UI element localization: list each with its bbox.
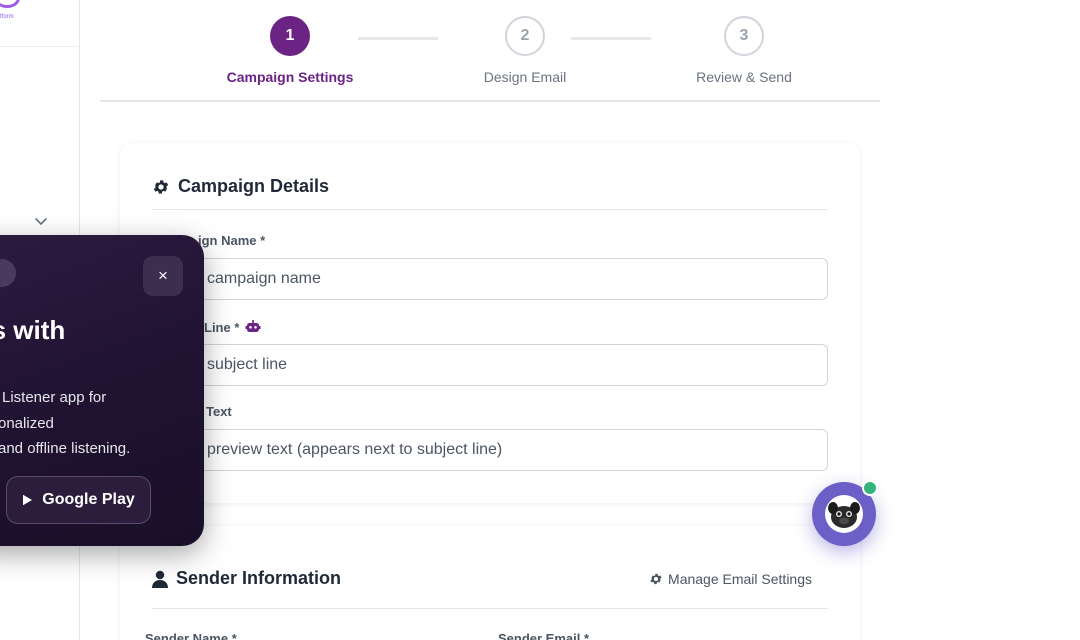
- step-label: Campaign Settings: [226, 69, 354, 85]
- sender-info-header: Sender Information: [152, 568, 341, 589]
- card-title: Sender Information: [176, 568, 342, 588]
- robot-icon[interactable]: [245, 319, 261, 335]
- campaign-details-header: Campaign Details: [152, 176, 329, 197]
- popup-description: Listener app for onalized and offline li…: [0, 385, 182, 462]
- manage-link-label: Manage Email Settings: [668, 571, 812, 587]
- logo-mark-icon: [0, 0, 20, 8]
- campaign-details-card: Campaign Details ign Name * Line * Text: [120, 143, 860, 503]
- google-play-button[interactable]: Google Play: [6, 476, 151, 524]
- pug-avatar-icon: [825, 495, 863, 533]
- campaign-name-input[interactable]: [152, 258, 828, 300]
- main-content: 1 Campaign Settings 2 Design Email 3 Rev…: [80, 0, 1080, 640]
- step-design-email[interactable]: 2 Design Email: [425, 16, 625, 85]
- popup-headline: asts with: [0, 315, 66, 345]
- step-label: Review & Send: [696, 69, 792, 85]
- step-campaign-settings[interactable]: 1 Campaign Settings: [190, 16, 390, 85]
- preview-text-label: Text: [206, 404, 232, 419]
- popup-desc-line: and offline listening.: [0, 440, 131, 457]
- step-number: 3: [724, 16, 764, 56]
- app-promo-popup: × asts with Listener app for onalized an…: [0, 235, 204, 546]
- play-icon: [23, 494, 33, 506]
- sender-name-label: Sender Name *: [145, 631, 237, 640]
- subject-line-input[interactable]: [152, 344, 828, 386]
- manage-email-settings-link[interactable]: Manage Email Settings: [649, 571, 812, 587]
- gear-icon: [153, 179, 169, 194]
- divider: [152, 608, 828, 609]
- online-status-dot: [862, 480, 878, 496]
- step-label: Design Email: [483, 69, 567, 85]
- popup-desc-line: onalized: [0, 414, 54, 432]
- step-number: 1: [270, 16, 310, 56]
- popup-desc-line: Listener app for: [2, 389, 107, 406]
- campaign-stepper: 1 Campaign Settings 2 Design Email 3 Rev…: [100, 0, 880, 102]
- logo-subtext: tform: [0, 14, 14, 20]
- campaign-name-label: ign Name *: [198, 233, 266, 248]
- app-logo[interactable]: tform: [0, 0, 79, 47]
- sender-email-label: Sender Email *: [498, 631, 590, 640]
- user-icon: [152, 570, 168, 588]
- close-button[interactable]: ×: [143, 256, 183, 296]
- chevron-down-icon[interactable]: [33, 213, 49, 229]
- step-review-send[interactable]: 3 Review & Send: [644, 16, 844, 85]
- divider: [152, 209, 828, 210]
- preview-text-input[interactable]: [152, 429, 828, 471]
- popup-app-icon: [0, 259, 16, 287]
- google-play-label: Google Play: [42, 491, 135, 508]
- card-title: Campaign Details: [178, 176, 330, 196]
- sender-information-card: Sender Information Manage Email Settings…: [120, 526, 860, 640]
- gear-icon: [650, 573, 662, 585]
- subject-line-label-text: Line *: [204, 319, 240, 335]
- subject-line-label: Line *: [204, 319, 261, 335]
- step-number: 2: [505, 16, 545, 56]
- chat-support-button[interactable]: [812, 480, 878, 546]
- step-connector: [571, 37, 651, 40]
